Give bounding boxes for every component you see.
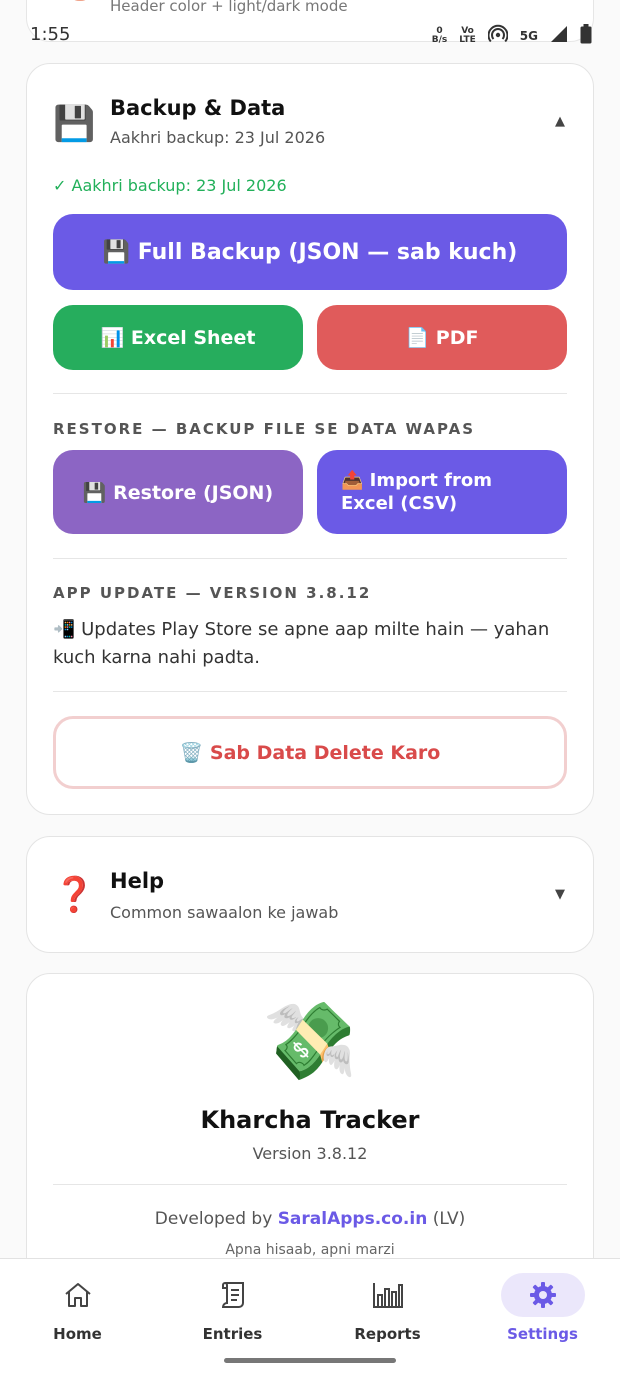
network-type: 5G [519, 29, 538, 43]
battery-icon [580, 24, 592, 48]
help-card[interactable]: ❓ Help Common sawaalon ke jawab ▼ [26, 836, 594, 953]
chevron-down-icon[interactable]: ▼ [555, 887, 565, 902]
bar-chart-icon [346, 1273, 430, 1317]
receipt-icon [191, 1273, 275, 1317]
nav-entries[interactable]: Entries [155, 1259, 310, 1359]
card-title: Backup & Data [110, 96, 286, 120]
theme-icon [69, 0, 91, 1]
nav-label: Entries [202, 1325, 263, 1343]
home-icon [36, 1273, 120, 1317]
hotspot-icon [487, 24, 509, 48]
signal-icon [550, 25, 568, 47]
status-bar: 1:55 0 B/s Vo LTE 5G [0, 22, 620, 50]
pdf-export-button[interactable]: 📄 PDF [317, 305, 567, 370]
chevron-up-icon[interactable]: ▲ [555, 114, 565, 129]
card-subtitle: Aakhri backup: 23 Jul 2026 [110, 128, 326, 147]
app-name: Kharcha Tracker [200, 1106, 420, 1134]
app-update-section-label: APP UPDATE — VERSION 3.8.12 [53, 584, 372, 602]
data-rate-icon: 0 B/s [431, 26, 448, 45]
divider [53, 1184, 567, 1185]
gear-icon [500, 1273, 585, 1317]
nav-home[interactable]: Home [0, 1259, 155, 1359]
nav-label: Home [53, 1325, 102, 1343]
app-version: Version 3.8.12 [252, 1144, 368, 1163]
status-time: 1:55 [30, 24, 71, 45]
floppy-disk-icon: 💾 [53, 104, 96, 144]
previous-card-subtitle: Header color + light/dark mode [110, 0, 348, 15]
divider [53, 558, 567, 559]
backup-data-card: 💾 Backup & Data Aakhri backup: 23 Jul 20… [26, 63, 594, 815]
last-backup-status: ✓ Aakhri backup: 23 Jul 2026 [53, 176, 287, 195]
nav-settings[interactable]: Settings [465, 1259, 620, 1359]
delete-all-data-button[interactable]: 🗑️ Sab Data Delete Karo [53, 716, 567, 789]
nav-label: Reports [354, 1325, 421, 1343]
card-title: Help [110, 869, 165, 893]
backup-card-header[interactable]: 💾 Backup & Data Aakhri backup: 23 Jul 20… [27, 64, 593, 184]
restore-section-label: RESTORE — BACKUP FILE SE DATA WAPAS [53, 420, 476, 438]
nav-reports[interactable]: Reports [310, 1259, 465, 1359]
excel-export-button[interactable]: 📊 Excel Sheet [53, 305, 303, 370]
about-card: 💸 Kharcha Tracker Version 3.8.12 Develop… [26, 973, 594, 1293]
question-icon: ❓ [53, 875, 96, 915]
money-with-wings-icon: 💸 [262, 996, 358, 1085]
developer-link[interactable]: SaralApps.co.in [278, 1209, 428, 1229]
card-subtitle: Common sawaalon ke jawab [110, 903, 339, 922]
app-tagline: Apna hisaab, apni marzi [225, 1242, 395, 1258]
full-backup-button[interactable]: 💾 Full Backup (JSON — sab kuch) [53, 214, 567, 290]
nav-label: Settings [507, 1325, 578, 1343]
update-info-text: 📲 Updates Play Store se apne aap milte h… [53, 619, 550, 668]
restore-json-button[interactable]: 💾 Restore (JSON) [53, 450, 303, 534]
developer-credit: Developed by SaralApps.co.in (LV) [154, 1209, 466, 1229]
status-icons: 0 B/s Vo LTE 5G [432, 24, 592, 48]
divider [53, 691, 567, 692]
import-excel-button[interactable]: 📤 Import from Excel (CSV) [317, 450, 567, 534]
divider [53, 393, 567, 394]
home-indicator[interactable] [224, 1358, 396, 1363]
volte-icon: Vo LTE [459, 26, 476, 45]
